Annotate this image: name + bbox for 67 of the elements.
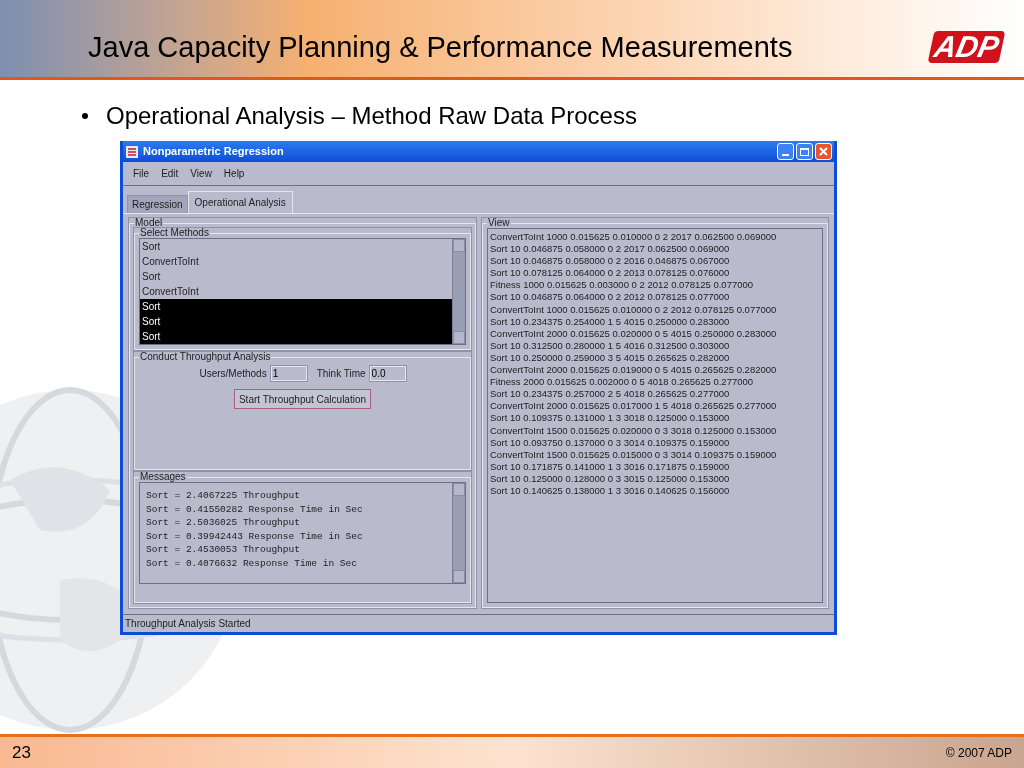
maximize-button[interactable]: [796, 143, 813, 160]
minimize-icon: [782, 154, 789, 156]
view-line: Sort 10 0.250000 0.259000 3 5 4015 0.265625 0.282000: [490, 351, 731, 365]
group-title: Model: [134, 218, 164, 228]
view-line: ConvertToInt 1500 0.015625 0.015000 0 3 3014 0.109375 0.159000: [490, 448, 778, 461]
message-line: Sort = 2.4530053 Throughput: [146, 543, 301, 557]
message-line: Sort = 0.41550282 Response Time in Sec: [146, 502, 364, 516]
view-line: Sort 10 0.171875 0.141000 1 3 3016 0.171875 0.159000: [490, 460, 731, 473]
view-line: Sort 10 0.046875 0.064000 0 2 2012 0.078125 0.077000: [490, 291, 731, 304]
method-item[interactable]: Sort: [140, 329, 452, 344]
maximize-icon: [800, 147, 809, 156]
view-line: Sort 10 0.078125 0.064000 0 2 2013 0.078125 0.076000: [490, 267, 731, 280]
slide-title: Java Capacity Planning & Performance Measurements: [88, 31, 793, 63]
view-line: Sort 10 0.046875 0.058000 0 2 2016 0.046875 0.067000: [490, 255, 731, 268]
tab[interactable]: Operational Analysis: [187, 191, 293, 213]
view-line: Fitness 1000 0.015625 0.003000 0 2 2012 0.078125 0.077000: [490, 279, 755, 292]
group-title: Messages: [139, 472, 187, 482]
view-line: Sort 10 0.312500 0.280000 1 5 4016 0.312500 0.303000: [490, 339, 731, 352]
close-icon: [819, 147, 828, 156]
message-line: Sort = 2.4067225 Throughput: [146, 489, 301, 503]
view-line: Sort 10 0.234375 0.257000 2 5 4018 0.265625 0.277000: [490, 388, 731, 401]
method-item[interactable]: Sort: [140, 299, 452, 314]
copyright: © 2007 ADP: [945, 744, 1012, 762]
bullet-text: Operational Analysis – Method Raw Data Process: [106, 102, 637, 130]
scrollbar[interactable]: [452, 483, 465, 583]
message-line: Sort = 2.5036025 Throughput: [146, 516, 301, 530]
method-item[interactable]: Sort: [140, 314, 452, 329]
view-line: Sort 10 0.093750 0.137000 0 3 3014 0.109375 0.159000: [490, 436, 731, 449]
view-line: Fitness 2000 0.015625 0.002000 0 5 4018 0.265625 0.277000: [490, 376, 755, 389]
view-line: Sort 10 0.125000 0.128000 0 3 3015 0.125000 0.153000: [490, 472, 731, 485]
menu-item[interactable]: Edit: [161, 166, 179, 181]
view-line: Sort 10 0.140625 0.138000 1 3 3016 0.140625 0.156000: [490, 484, 731, 498]
minimize-button[interactable]: [777, 143, 794, 160]
method-item[interactable]: ConvertToInt: [140, 284, 452, 299]
view-line: Sort 10 0.234375 0.254000 1 5 4015 0.250000 0.283000: [490, 315, 731, 328]
close-button[interactable]: [815, 143, 832, 160]
app-icon: [125, 144, 139, 159]
view-line: ConvertToInt 2000 0.015625 0.017000 1 5 4018 0.265625 0.277000: [490, 400, 778, 413]
tab[interactable]: Regression: [127, 195, 188, 213]
view-line: Sort 10 0.109375 0.131000 1 3 3018 0.125000 0.153000: [490, 412, 731, 425]
method-item[interactable]: Sort: [140, 239, 452, 254]
think-time-field[interactable]: 0.0: [369, 366, 406, 381]
message-line: Sort = 0.39942443 Response Time in Sec: [146, 529, 364, 543]
page-number: 23: [12, 741, 31, 764]
users-label: Users/Methods: [199, 367, 267, 381]
users-field[interactable]: 1: [270, 366, 307, 381]
group-title: Select Methods: [139, 228, 210, 238]
view-line: Sort 10 0.046875 0.058000 0 2 2017 0.062500 0.069000: [490, 243, 731, 256]
status-text: Throughput Analysis Started: [125, 617, 251, 631]
view-line: ConvertToInt 1000 0.015625 0.010000 0 2 2012 0.078125 0.077000: [490, 303, 778, 316]
window-title: Nonparametric Regression: [143, 144, 284, 160]
menu-item[interactable]: Help: [223, 166, 245, 181]
view-line: ConvertToInt 1500 0.015625 0.020000 0 3 3018 0.125000 0.153000: [490, 424, 778, 437]
menu-item[interactable]: View: [190, 166, 212, 181]
view-line: ConvertToInt 2000 0.015625 0.019000 0 5 4015 0.265625 0.282000: [490, 364, 778, 377]
group-title: View: [487, 218, 511, 228]
start-calculation-button[interactable]: Start Throughput Calculation: [233, 389, 372, 409]
message-line: Sort = 0.4076632 Response Time in Sec: [146, 556, 358, 570]
method-item[interactable]: Sort: [140, 269, 452, 284]
think-time-label: Think Time: [316, 367, 366, 381]
menu-item[interactable]: File: [133, 166, 150, 181]
view-line: ConvertToInt 2000 0.015625 0.020000 0 5 4015 0.250000 0.283000: [490, 327, 778, 340]
view-line: ConvertToInt 1000 0.015625 0.010000 0 2 2017 0.062500 0.069000: [490, 231, 778, 244]
logo: ADP: [927, 31, 1006, 63]
group-title: Conduct Throughput Analysis: [139, 352, 272, 362]
scrollbar[interactable]: [452, 239, 465, 344]
method-item[interactable]: ConvertToInt: [140, 254, 452, 269]
